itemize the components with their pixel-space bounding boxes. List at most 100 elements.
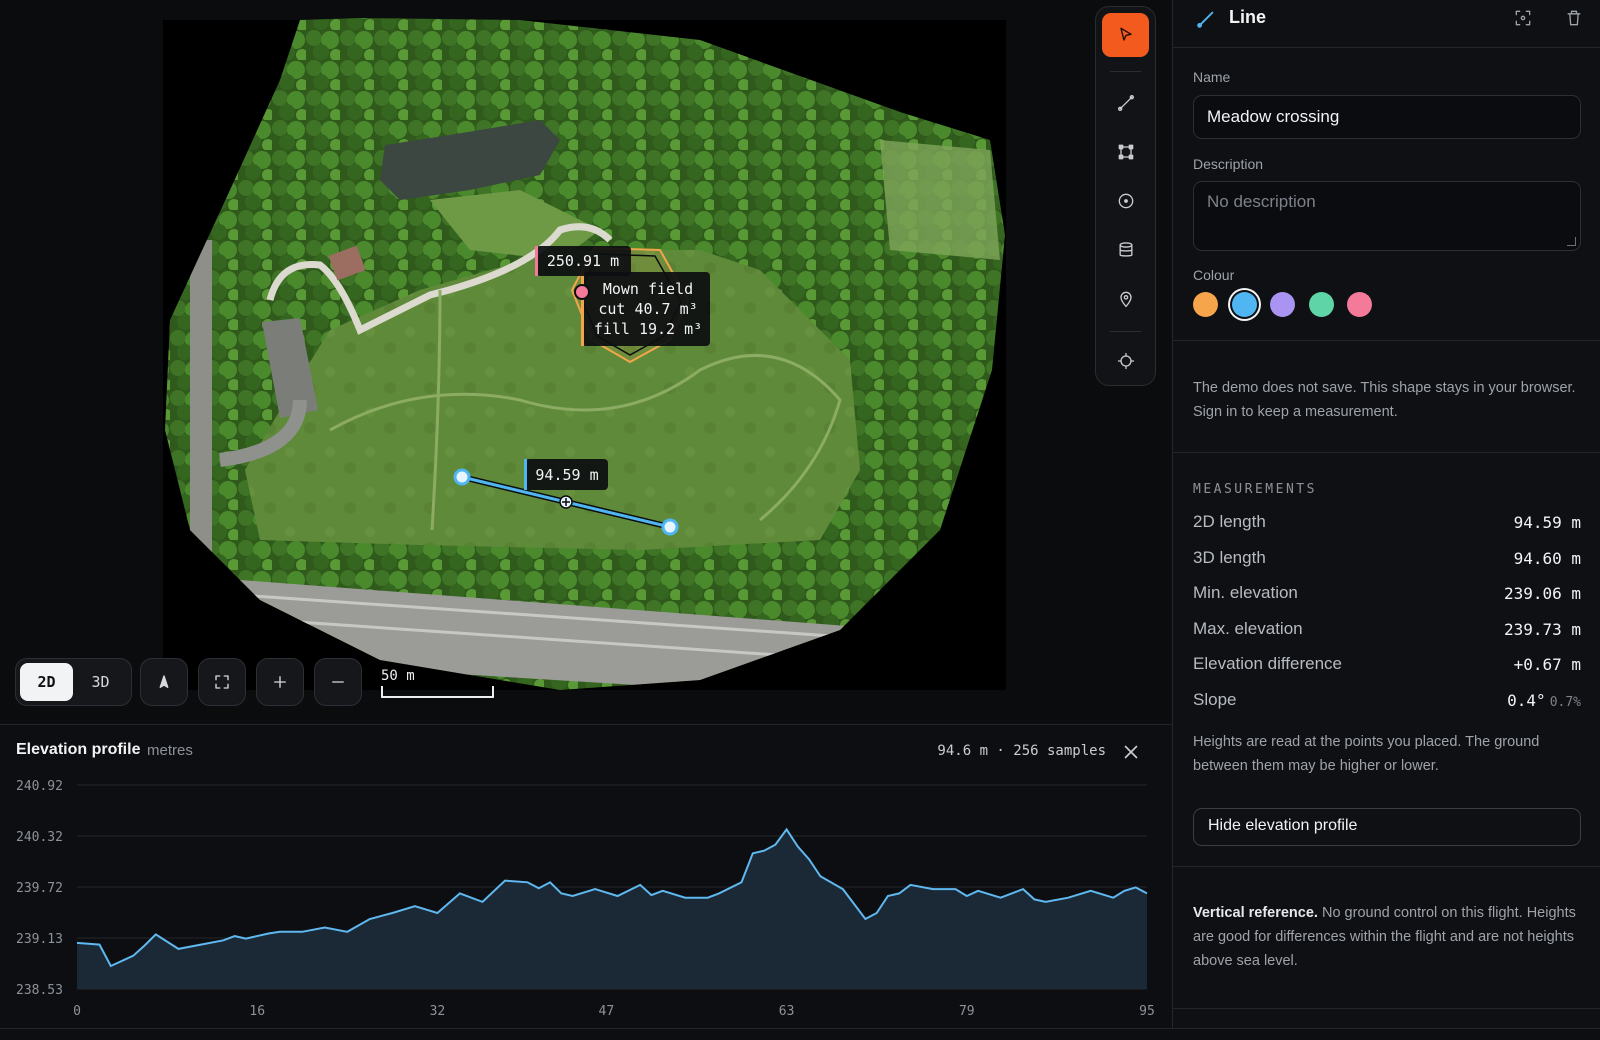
vertical-reference-note: Vertical reference. No ground control on… xyxy=(1193,901,1581,973)
minus-icon xyxy=(332,681,344,683)
y-tick-label: 239.13 xyxy=(16,932,63,947)
measurement-row: 2D length 94.59 m xyxy=(1193,512,1581,536)
tool-palette xyxy=(1095,6,1156,386)
measurement-value: 239.73 m xyxy=(1503,619,1581,639)
orthomosaic-map[interactable]: Mown field cut 40.7 m³ fill 19.2 m³ 250.… xyxy=(0,0,1172,724)
colour-label: Colour xyxy=(1193,267,1235,283)
shape-inspector-panel: Line Name Meadow crossing Description No… xyxy=(1172,0,1600,1028)
measurement-row: Elevation difference +0.67 m xyxy=(1193,654,1581,678)
area-name: Mown field xyxy=(603,280,693,298)
view-mode-toggle: 2D 3D xyxy=(15,658,132,706)
vertical-reference-title: Vertical reference. xyxy=(1193,905,1318,921)
colour-swatch[interactable] xyxy=(1308,292,1334,317)
heights-note: Heights are read at the points you place… xyxy=(1193,734,1540,774)
cursor-arrow-icon xyxy=(1119,27,1132,41)
trash-icon xyxy=(1567,10,1581,26)
measurement-row: Min. elevation 239.06 m xyxy=(1193,583,1581,607)
line-end-handle[interactable] xyxy=(661,518,679,536)
scale-label: 50 m xyxy=(381,668,415,684)
zoom-in-button[interactable] xyxy=(256,658,304,706)
north-button[interactable] xyxy=(140,658,188,706)
y-tick-label: 240.92 xyxy=(16,779,63,794)
line-icon xyxy=(1117,95,1134,112)
x-tick-label: 32 xyxy=(430,1004,446,1019)
x-tick-label: 16 xyxy=(249,1004,265,1019)
elevation-unit: metres xyxy=(147,742,193,759)
elevation-summary: 94.6 m · 256 samples xyxy=(937,743,1106,759)
measurement-label: Elevation difference xyxy=(1193,654,1343,673)
description-placeholder: No description xyxy=(1207,192,1316,211)
colour-swatch[interactable] xyxy=(1193,292,1218,317)
measurement-row: 3D length 94.60 m xyxy=(1193,548,1581,572)
map-pin-icon xyxy=(1119,291,1132,308)
y-tick-label: 240.32 xyxy=(16,830,63,845)
shape-type-title: Line xyxy=(1229,7,1267,27)
description-input[interactable]: No description xyxy=(1193,181,1581,251)
hide-elevation-profile-button[interactable]: Hide elevation profile xyxy=(1193,808,1581,846)
colour-swatch[interactable] xyxy=(1231,292,1257,317)
elevation-title: Elevation profile xyxy=(16,741,141,758)
x-tick-label: 0 xyxy=(73,1004,81,1019)
name-label: Name xyxy=(1193,69,1231,85)
delete-shape-button[interactable] xyxy=(1564,8,1584,28)
resize-grip[interactable] xyxy=(1567,237,1576,246)
measurement-value: +0.67 m xyxy=(1513,655,1581,674)
line-length-label: 94.59 m xyxy=(524,459,608,490)
polygon-icon xyxy=(1118,144,1133,160)
colour-swatch[interactable] xyxy=(1347,292,1372,317)
svg-text:250.91 m: 250.91 m xyxy=(547,252,619,270)
demo-note: The demo does not save. This shape stays… xyxy=(1193,380,1576,420)
x-tick-label: 63 xyxy=(779,1004,795,1019)
area-fill: fill 19.2 m³ xyxy=(594,320,702,338)
measurement-value: 94.60 m xyxy=(1513,548,1581,568)
elevation-chart: 240.92 240.32 239.72 239.13 238.53 0 16 32 47 63… xyxy=(16,779,1155,1019)
area-cut: cut 40.7 m³ xyxy=(598,300,697,318)
compass-arrow-icon xyxy=(159,675,169,688)
volume-tool[interactable] xyxy=(1102,228,1149,272)
view-3d-button[interactable]: 3D xyxy=(74,663,127,701)
measurements-heading: MEASUREMENTS xyxy=(1193,482,1317,497)
close-profile-button[interactable] xyxy=(1120,741,1142,763)
close-icon xyxy=(1124,745,1138,759)
measurement-label: Min. elevation xyxy=(1193,583,1298,602)
select-tool[interactable] xyxy=(1102,13,1149,57)
fullscreen-button[interactable] xyxy=(198,658,246,706)
x-tick-label: 95 xyxy=(1139,1004,1155,1019)
svg-text:94.59 m: 94.59 m xyxy=(535,466,598,484)
measurement-value: 0.4° 0.7% xyxy=(1507,690,1581,710)
plus-icon xyxy=(274,676,286,688)
line-icon xyxy=(1195,8,1217,30)
marker-tool[interactable] xyxy=(1102,277,1149,321)
line-tool[interactable] xyxy=(1102,81,1149,125)
measurement-label: Slope xyxy=(1193,689,1237,709)
path-length-label: 250.91 m xyxy=(535,246,631,276)
x-tick-label: 79 xyxy=(959,1004,975,1019)
measurement-extra: 0.7% xyxy=(1549,694,1581,710)
measurement-row: Max. elevation 239.73 m xyxy=(1193,619,1581,643)
zoom-out-button[interactable] xyxy=(314,658,362,706)
area-label: Mown field cut 40.7 m³ fill 19.2 m³ xyxy=(574,272,710,346)
locate-tool[interactable] xyxy=(1102,339,1149,383)
database-icon xyxy=(1119,242,1132,257)
y-tick-label: 238.53 xyxy=(16,983,63,998)
circle-tool[interactable] xyxy=(1102,179,1149,223)
view-2d-button[interactable]: 2D xyxy=(20,663,73,701)
measurement-label: 3D length xyxy=(1193,547,1266,567)
measurement-value: 94.59 m xyxy=(1513,513,1581,532)
name-input[interactable]: Meadow crossing xyxy=(1193,95,1581,139)
y-tick-label: 239.72 xyxy=(16,881,63,896)
status-strip xyxy=(0,1028,1600,1040)
polygon-tool[interactable] xyxy=(1102,130,1149,174)
x-tick-label: 47 xyxy=(599,1004,615,1019)
colour-swatch[interactable] xyxy=(1270,292,1295,317)
circle-dot-icon xyxy=(1118,193,1133,209)
inspector-header: Line xyxy=(1173,0,1600,48)
expand-icon xyxy=(215,675,229,689)
measurement-label: 2D length xyxy=(1193,512,1266,531)
focus-shape-button[interactable] xyxy=(1513,8,1533,28)
measurement-value: 239.06 m xyxy=(1503,584,1581,603)
measurement-row: Slope 0.4° 0.7% xyxy=(1193,690,1581,714)
elevation-area xyxy=(77,829,1147,989)
map-viewport[interactable]: Mown field cut 40.7 m³ fill 19.2 m³ 250.… xyxy=(0,0,1172,724)
line-start-handle[interactable] xyxy=(453,468,471,486)
